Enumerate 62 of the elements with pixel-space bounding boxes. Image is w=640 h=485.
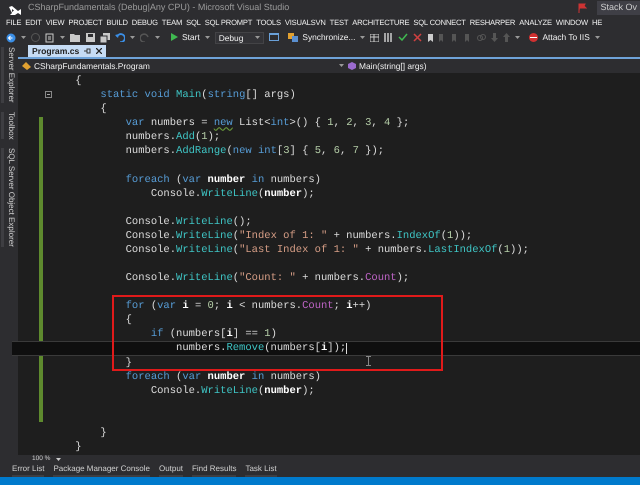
code-line: { <box>124 313 132 328</box>
save-icon[interactable] <box>86 33 95 42</box>
caret-icon[interactable] <box>204 36 210 39</box>
code-line: } <box>74 440 82 454</box>
code-line: Console.WriteLine(); <box>124 214 252 229</box>
caret-icon[interactable] <box>360 36 366 39</box>
code-line: Console.WriteLine("Index of 1: " + numbers.IndexOf(1)); <box>124 228 472 243</box>
app-logo-icon <box>8 3 22 15</box>
caret-icon <box>339 64 344 68</box>
account-name[interactable]: Stack Ov <box>597 1 640 15</box>
type-dropdown[interactable]: CSharpFundamentals.Program <box>18 60 344 72</box>
code-line: } <box>124 356 132 370</box>
code-line: numbers.Add(1); <box>124 130 220 144</box>
play-icon <box>171 33 178 42</box>
collapse-icon[interactable] <box>45 91 52 98</box>
pin-icon[interactable] <box>84 48 92 54</box>
flag-icon <box>578 3 588 13</box>
configuration-dropdown[interactable]: Debug <box>214 32 264 44</box>
code-line: Console.WriteLine("Last Index of 1: " + numbers.LastIndexOf(1)); <box>124 242 529 258</box>
caret-icon[interactable] <box>594 36 600 39</box>
table-icon[interactable] <box>370 34 380 42</box>
synchronize-button[interactable]: Synchronize... <box>288 31 356 44</box>
method-icon <box>348 62 356 70</box>
code-line: static void Main(string[] args) <box>99 88 296 102</box>
close-icon[interactable] <box>96 48 102 54</box>
code-line: { <box>99 102 107 116</box>
code-line: Console.WriteLine(number); <box>150 186 315 201</box>
code-line: foreach (var number in numbers) <box>124 370 321 384</box>
text-caret <box>346 343 348 354</box>
code-line: foreach (var number in numbers) <box>124 172 321 187</box>
caret-icon[interactable] <box>21 36 26 39</box>
code-line: Console.WriteLine("Count: " + numbers.Count); <box>124 271 410 286</box>
start-button[interactable]: Start <box>171 31 200 44</box>
code-line: for (var i = 0; i < numbers.Count; i++) <box>124 299 372 314</box>
caret-icon <box>255 36 260 39</box>
columns-icon[interactable] <box>384 33 394 42</box>
member-dropdown[interactable]: Main(string[] args) <box>344 60 426 72</box>
caret-icon[interactable] <box>60 36 65 39</box>
window-title: CSharpFundamentals (Debug|Any CPU) - Microsoft Visual Studio <box>28 1 290 14</box>
code-line: { <box>74 74 82 88</box>
code-line: numbers.Remove(numbers[i]); <box>175 341 346 356</box>
class-icon <box>22 62 31 70</box>
save-all-icon[interactable] <box>100 32 110 42</box>
sync-icon <box>288 32 298 42</box>
code-line: var numbers = new List<int>() { 1, 2, 3, 4 }; <box>124 116 410 130</box>
attach-button[interactable]: Attach To IIS <box>529 31 590 44</box>
caret-icon[interactable] <box>130 36 135 39</box>
caret-icon[interactable] <box>515 36 520 39</box>
code-line: Console.WriteLine(number); <box>150 384 315 398</box>
text-cursor-icon <box>366 356 371 366</box>
code-line: } <box>99 426 107 440</box>
open-folder-icon[interactable] <box>70 33 81 42</box>
bookmark-icon[interactable] <box>428 34 434 42</box>
code-line: if (numbers[i] == 1) <box>150 327 277 342</box>
caret-icon[interactable] <box>155 36 160 39</box>
caret-icon <box>56 458 62 460</box>
back-icon[interactable] <box>6 32 16 42</box>
window-icon[interactable] <box>269 33 280 42</box>
new-item-icon[interactable] <box>45 32 55 42</box>
document-tab[interactable]: Program.cs <box>28 45 106 57</box>
undo-icon[interactable] <box>115 33 125 42</box>
code-line: numbers.AddRange(new int[3] { 5, 6, 7 }); <box>124 144 384 158</box>
